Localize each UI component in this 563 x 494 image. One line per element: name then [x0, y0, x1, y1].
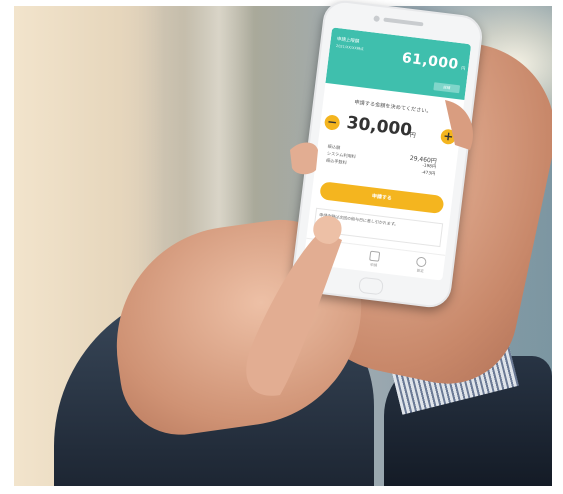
apply-button[interactable]: 申請する — [319, 181, 445, 215]
amount-yen: 円 — [409, 131, 417, 140]
balance-header: 申請上限額 2021/XX/XX時点 61,000 円 詳細 — [325, 27, 472, 100]
amount-value: 30,000 — [345, 112, 414, 141]
amount-breakdown: 振込額 29,460円 システム利用料 -198円 振込手数料 -473円 — [325, 144, 447, 179]
photo-scene: 申請上限額 2021/XX/XX時点 61,000 円 詳細 申請する金額を決め… — [0, 0, 563, 494]
phone-screen: 申請上限額 2021/XX/XX時点 61,000 円 詳細 申請する金額を決め… — [303, 27, 472, 281]
amount-stepper: − 30,000 円 + — [323, 111, 457, 149]
increase-button[interactable]: + — [439, 128, 457, 146]
speaker-grille — [383, 17, 424, 27]
gear-icon — [415, 256, 427, 268]
camera-icon — [373, 15, 380, 23]
tab-label: 申請 — [369, 262, 378, 268]
detail-button[interactable]: 詳細 — [433, 82, 461, 94]
breakdown-value: -473円 — [421, 169, 436, 176]
limit-label: 申請上限額 — [336, 37, 360, 45]
tab-apply[interactable]: 申請 — [358, 249, 390, 270]
home-icon — [322, 244, 334, 257]
limit-amount: 61,000 — [401, 50, 460, 73]
tab-home[interactable]: ホーム — [312, 244, 344, 265]
phone-layer: 申請上限額 2021/XX/XX時点 61,000 円 詳細 申請する金額を決め… — [0, 0, 563, 494]
limit-yen: 円 — [460, 65, 466, 71]
tab-label: ホーム — [321, 256, 333, 263]
decrease-button[interactable]: − — [323, 114, 341, 131]
tab-label: 設定 — [416, 268, 424, 274]
edit-icon — [369, 250, 381, 262]
tab-settings[interactable]: 設定 — [405, 255, 437, 276]
breakdown-label: 振込手数料 — [325, 157, 348, 166]
smartphone: 申請上限額 2021/XX/XX時点 61,000 円 詳細 申請する金額を決め… — [289, 0, 485, 310]
limit-date: 2021/XX/XX時点 — [335, 43, 364, 52]
home-button[interactable] — [358, 276, 384, 296]
